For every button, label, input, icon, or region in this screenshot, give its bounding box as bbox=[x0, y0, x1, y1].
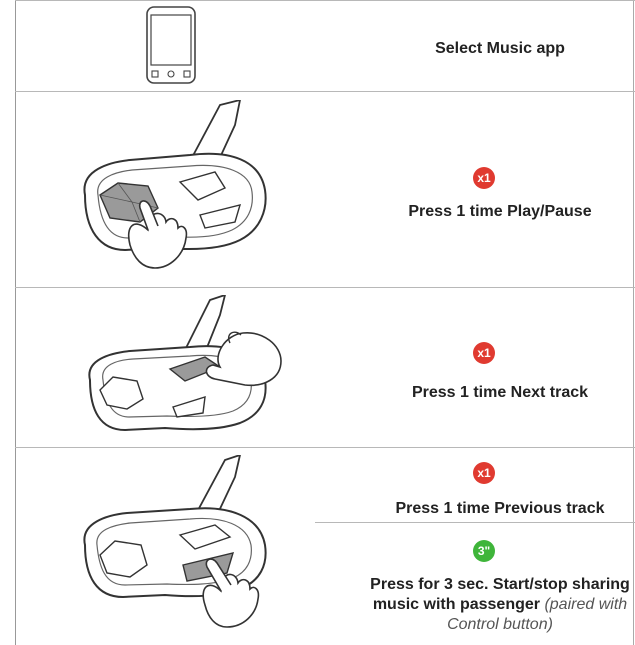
row-label-note: Control button) bbox=[447, 616, 553, 633]
row-label-line: music with passenger bbox=[372, 596, 540, 613]
smartphone-icon bbox=[145, 5, 197, 85]
hold-duration-badge: 3" bbox=[473, 540, 495, 562]
intercom-device-press-small-button-icon bbox=[75, 455, 275, 635]
table-left-border bbox=[15, 0, 16, 645]
press-count-badge: x1 bbox=[473, 167, 495, 189]
intercom-device-press-large-button-icon bbox=[70, 100, 270, 280]
row-divider bbox=[15, 287, 635, 288]
table-right-border bbox=[633, 0, 634, 645]
row-label-note: (paired with bbox=[544, 596, 628, 613]
intercom-device-press-center-button-icon bbox=[85, 295, 285, 435]
press-count-badge: x1 bbox=[473, 342, 495, 364]
row-label: Press 1 time Next track bbox=[411, 384, 589, 401]
row-divider bbox=[15, 0, 635, 1]
sub-row-divider bbox=[315, 522, 635, 523]
row-divider bbox=[15, 91, 635, 92]
press-count-badge: x1 bbox=[473, 462, 495, 484]
row-divider bbox=[15, 447, 635, 448]
row-label: Press 1 time Play/Pause bbox=[408, 203, 592, 220]
row-label-line: Press for 3 sec. Start/stop sharing bbox=[370, 576, 630, 593]
row-label: Press 1 time Previous track bbox=[395, 500, 605, 517]
row-label-multiline: Press for 3 sec. Start/stop sharing musi… bbox=[300, 575, 635, 635]
row-label: Select Music app bbox=[435, 40, 565, 57]
